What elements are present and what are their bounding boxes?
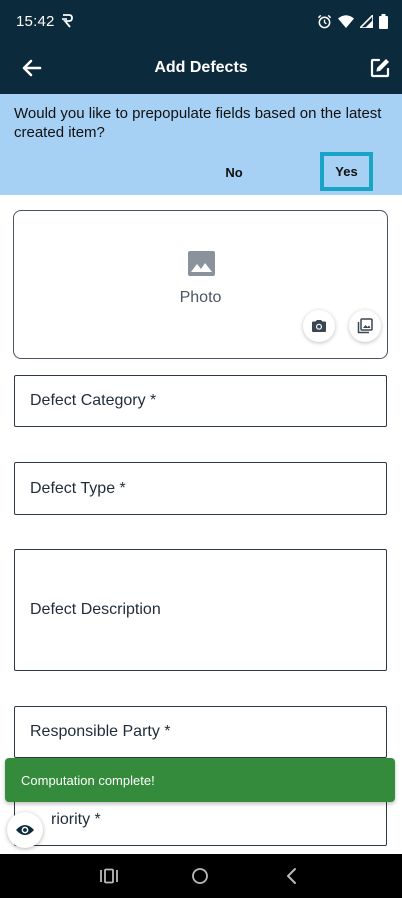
toast-message: Computation complete! — [5, 758, 395, 802]
defect-description-field[interactable]: Defect Description — [14, 549, 387, 671]
camera-button[interactable] — [303, 310, 335, 342]
signal-icon — [360, 14, 373, 28]
gallery-button[interactable] — [349, 310, 381, 342]
arrow-left-icon[interactable] — [20, 56, 44, 80]
home-icon[interactable] — [188, 864, 212, 888]
back-nav-icon[interactable] — [280, 864, 304, 888]
battery-icon — [379, 13, 388, 29]
gallery-icon — [357, 318, 373, 334]
data-saver-icon — [61, 14, 73, 28]
image-placeholder-icon — [188, 251, 215, 276]
wifi-icon — [338, 14, 354, 28]
status-time: 15:42 — [16, 12, 55, 30]
alarm-icon — [317, 14, 332, 28]
system-nav-bar — [0, 854, 402, 898]
yes-button[interactable]: Yes — [320, 152, 373, 191]
photo-label: Photo — [179, 289, 222, 306]
status-bar: 15:42 — [0, 0, 402, 42]
edit-icon[interactable] — [368, 56, 392, 80]
responsible-party-field[interactable]: Responsible Party * — [14, 706, 387, 758]
camera-icon — [312, 320, 326, 332]
defect-type-field[interactable]: Defect Type * — [14, 462, 387, 515]
page-title: Add Defects — [154, 59, 248, 76]
prepopulate-question: Would you like to prepopulate fields bas… — [14, 105, 382, 141]
photo-card[interactable]: Photo — [13, 210, 388, 359]
app-bar: Add Defects — [0, 42, 402, 94]
preview-button[interactable] — [7, 812, 43, 848]
defect-category-field[interactable]: Defect Category * — [14, 375, 387, 427]
prepopulate-banner: Would you like to prepopulate fields bas… — [0, 94, 402, 195]
eye-icon — [16, 825, 34, 835]
no-button[interactable]: No — [206, 154, 262, 190]
recent-apps-icon[interactable] — [97, 864, 121, 888]
